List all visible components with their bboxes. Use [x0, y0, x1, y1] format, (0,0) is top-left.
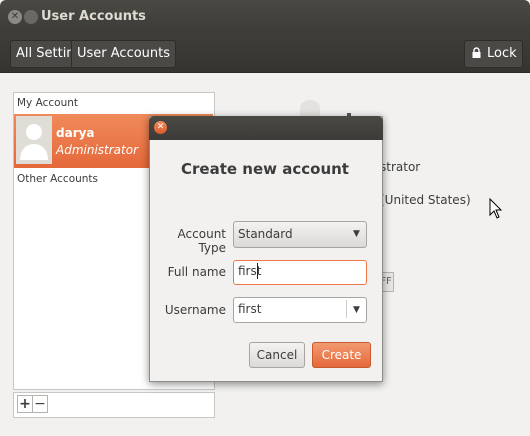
lock-label: Lock: [487, 46, 517, 61]
dropdown-arrow-icon[interactable]: ▼: [353, 305, 360, 315]
account-type-value: Standard: [238, 227, 293, 241]
avatar-icon: [16, 116, 52, 164]
my-account-header: My Account: [17, 97, 79, 109]
username-value: first: [238, 302, 262, 316]
account-type-value-partial: strator: [380, 160, 421, 174]
close-icon[interactable]: ✕: [154, 121, 167, 134]
dialog-titlebar: [149, 116, 383, 140]
cancel-button[interactable]: Cancel: [249, 342, 305, 368]
username-label: Username: [164, 303, 226, 317]
account-photo-partial: [300, 100, 320, 116]
dialog-heading: Create new account: [181, 160, 349, 178]
other-accounts-header: Other Accounts: [17, 173, 99, 185]
text-cursor: [257, 263, 258, 279]
account-type-label: Account Type: [177, 227, 226, 255]
language-value-partial: (United States): [380, 193, 471, 207]
lock-icon: [472, 47, 481, 58]
minimize-icon[interactable]: [24, 10, 38, 24]
create-button[interactable]: Create: [312, 342, 371, 368]
account-name: darya: [56, 126, 95, 140]
account-role: Administrator: [56, 143, 139, 157]
combo-separator: [346, 300, 347, 318]
lock-button[interactable]: Lock: [464, 40, 523, 68]
add-account-button[interactable]: +: [17, 395, 33, 413]
mouse-pointer-icon: [489, 198, 503, 219]
full-name-label: Full name: [167, 265, 226, 279]
window-title: User Accounts: [41, 9, 146, 24]
remove-account-button[interactable]: −: [32, 395, 48, 413]
dropdown-arrow-icon: ▼: [353, 229, 360, 239]
close-icon[interactable]: ✕: [8, 10, 22, 24]
breadcrumb-user-accounts[interactable]: User Accounts: [71, 40, 177, 68]
